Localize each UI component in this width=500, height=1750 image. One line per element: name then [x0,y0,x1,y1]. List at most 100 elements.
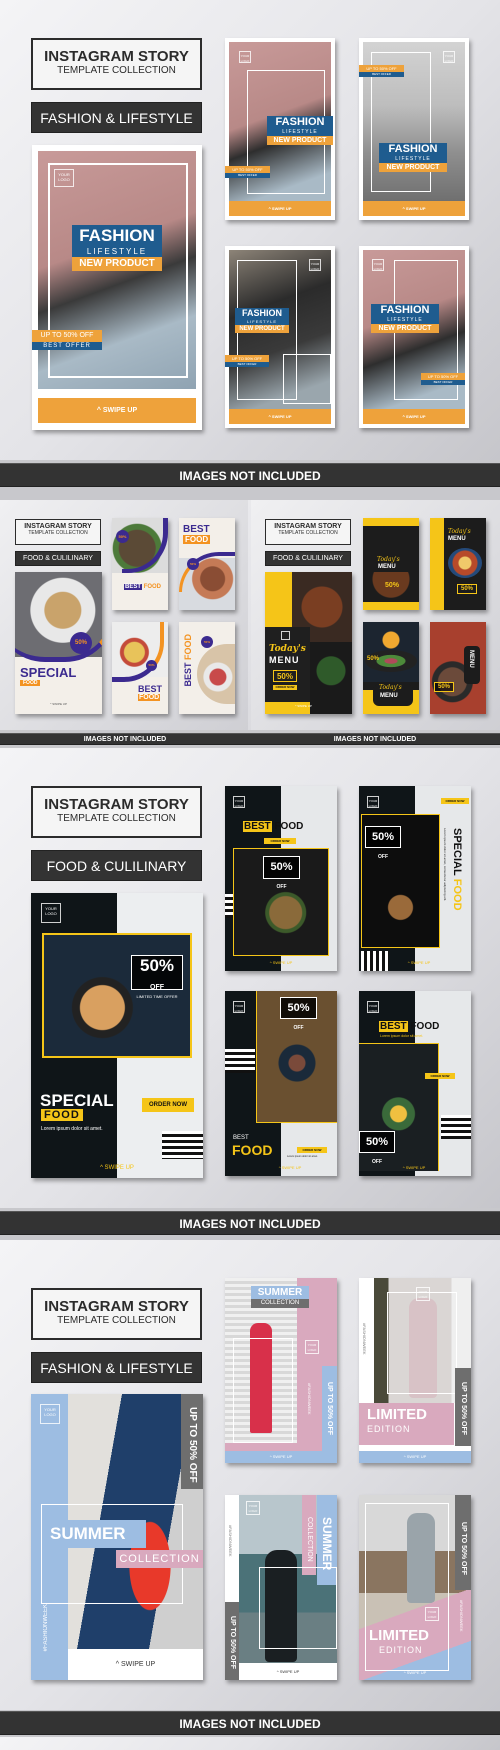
collection-title: INSTAGRAM STORY [44,48,189,65]
tag-label: NEW PRODUCT [371,324,439,333]
hashtag: #FASHIONWEEK [43,1604,49,1652]
section-food-split: INSTAGRAM STORY TEMPLATE COLLECTION FOOD… [0,500,500,730]
story-card[interactable]: 50% BEST FOOD [112,518,168,610]
category-label: FASHION & LIFESTYLE [31,1352,202,1383]
swipe-up-button[interactable]: ^ SWIPE UP [229,409,331,424]
story-card[interactable]: Today's MENU 50% [363,518,419,610]
story-card-main[interactable]: YOUR LOGO UP TO 50% OFF SUMMER COLLECTIO… [31,1394,203,1680]
story-card[interactable]: YOUR LOGO 50% OFF BEST FOOD ORDER NOW Lo… [225,991,337,1176]
food-label: FOOD [410,1021,440,1032]
swipe-up-button[interactable]: ^ SWIPE UP [265,1165,315,1170]
menu-headline: MENU [380,693,398,699]
story-card[interactable]: YOUR LOGO BEST FOOD ORDER NOW 50% OFF ^ … [225,786,337,971]
collection-title-box: INSTAGRAM STORY TEMPLATE COLLECTION [265,519,351,545]
menu-headline: MENU [378,564,396,570]
story-card[interactable]: YOUR LOGO #FASHIONWEEK LIMITED EDITION U… [359,1278,471,1463]
lorem-text: Lorem ipsum dolor sit amet. [380,1034,424,1038]
collection-title: INSTAGRAM STORY [24,523,92,530]
tag-label: NEW PRODUCT [72,257,162,271]
story-card[interactable]: YOUR LOGO FASHION LIFESTYLE NEW PRODUCT … [359,246,469,428]
story-card-main[interactable]: YOUR LOGO FASHION LIFESTYLE NEW PRODUCT … [32,145,202,430]
order-now-button[interactable]: ORDER NOW [441,798,469,804]
discount-off: OFF [150,984,164,991]
swipe-up-button[interactable]: ^ SWIPE UP [359,1667,471,1679]
story-card[interactable]: YOUR LOGO FASHION LIFESTYLE NEW PRODUCT … [225,38,335,220]
category-label: FOOD & CULILINARY [31,850,202,881]
swipe-up-button[interactable]: ^ SWIPE UP [38,398,196,423]
story-card[interactable]: YOUR LOGO ORDER NOW 50% OFF SPECIAL FOOD… [359,786,471,971]
food-panel-left: INSTAGRAM STORY TEMPLATE COLLECTION FOOD… [0,500,248,730]
headline: LIMITED [367,1406,427,1423]
logo-placeholder [281,631,290,640]
decorative-stripes [225,894,233,918]
hashtag: #FASHIONWEEK [228,1525,233,1557]
lorem-text: Lorem ipsum dolor sit amet. [41,1126,103,1132]
story-card[interactable]: 50% BEST FOOD [112,622,168,714]
swipe-up-button[interactable]: ^ SWIPE UP [295,704,312,708]
logo-placeholder: YOUR LOGO [239,51,251,63]
collection-title: INSTAGRAM STORY [274,523,342,530]
subheadline: COLLECTION [251,1299,309,1308]
story-card[interactable]: YOUR LOGO UP TO 50% OFF BEST OFFER FASHI… [359,38,469,220]
bottom-strip [0,1737,500,1750]
subheadline: COLLECTION [302,1495,316,1575]
story-card[interactable]: YOUR LOGO FASHION LIFESTYLE NEW PRODUCT … [225,246,335,428]
headline: FASHION [371,304,439,317]
story-card-main[interactable]: 50% SPECIAL FOOD ^ SWIPE UP [15,572,102,714]
menu-headline: MENU [269,655,300,665]
collection-subtitle: TEMPLATE COLLECTION [28,530,88,536]
order-now-button[interactable]: ORDER NOW [297,1147,327,1153]
story-card-main[interactable]: Today's MENU 50% ORDER NOW ^ SWIPE UP [265,572,352,714]
decorative-frame [387,1292,457,1394]
menu-headline: MENU [468,650,474,668]
offer-label: UP TO 50% OFF [32,330,102,342]
story-card[interactable]: UP TO 50% OFF #FASHIONWEEK YOUR LOGO LIM… [359,1495,471,1680]
swipe-up-button[interactable]: ^ SWIPE UP [239,1663,337,1680]
story-card-main[interactable]: YOUR LOGO 50% OFF LIMITED TIME OFFER SPE… [31,893,203,1178]
story-card[interactable]: BEST FOOD 50% [179,622,235,714]
order-now-button[interactable]: ORDER NOW [264,838,296,844]
story-card[interactable]: BEST FOOD 50% [179,518,235,610]
story-card[interactable]: Today's MENU 50% [430,518,486,610]
offer-label: UP TO 50% OFF [421,373,465,380]
headline-best: BEST [138,684,163,694]
order-now-button[interactable]: ORDER NOW [273,685,297,690]
swipe-up-button[interactable]: ^ SWIPE UP [68,1649,203,1680]
order-now-button[interactable]: ORDER NOW [142,1098,194,1112]
swipe-up-button[interactable]: ^ SWIPE UP [363,201,465,216]
limited-offer-label: LIMITED TIME OFFER [136,994,178,999]
images-not-included-banner: IMAGES NOT INCLUDED [0,1711,500,1735]
logo-placeholder: YOUR LOGO [425,1607,439,1621]
story-card[interactable]: MENU 50% [430,622,486,714]
discount-percent: 50% [287,1002,310,1014]
swipe-up-button[interactable]: ^ SWIPE UP [225,1451,337,1463]
swipe-up-button[interactable]: ^ SWIPE UP [15,702,102,706]
story-card[interactable]: YOUR LOGO #FASHIONWEEK UP TO 50% OFF SUM… [225,1495,337,1680]
collection-subtitle: TEMPLATE COLLECTION [278,530,338,536]
script-headline: Today's [448,528,471,535]
logo-placeholder: YOUR LOGO [233,796,245,808]
discount-badge: 50% OFF [263,856,300,890]
story-card[interactable]: 50% Today's MENU [363,622,419,714]
discount-percent: 50% [365,1136,389,1148]
logo-placeholder: YOUR LOGO [443,51,455,63]
logo-placeholder: YOUR LOGO [305,1340,319,1354]
swipe-up-button[interactable]: ^ SWIPE UP [389,1165,439,1170]
swipe-up-button[interactable]: ^ SWIPE UP [225,960,337,965]
discount-percent: 50% [139,956,175,975]
discount-badge: 50% OFF [365,826,401,860]
collection-subtitle: TEMPLATE COLLECTION [57,65,176,76]
story-card[interactable]: SUMMER COLLECTION YOUR LOGO UP TO 50% OF… [225,1278,337,1463]
swipe-up-button[interactable]: ^ SWIPE UP [389,960,449,965]
swipe-up-button[interactable]: ^ SWIPE UP [363,409,465,424]
swipe-up-button[interactable]: ^ SWIPE UP [359,1451,471,1463]
headline-food: FOOD [183,535,211,544]
story-card[interactable]: YOUR LOGO BEST FOOD Lorem ipsum dolor si… [359,991,471,1176]
images-not-included-banner: IMAGES NOT INCLUDED [0,733,250,745]
order-now-button[interactable]: ORDER NOW [425,1073,455,1079]
logo-placeholder: YOUR LOGO [246,1501,260,1515]
collection-title-box: INSTAGRAM STORY TEMPLATE COLLECTION [31,786,202,838]
swipe-up-button[interactable]: ^ SWIPE UP [229,201,331,216]
swipe-up-button[interactable]: ^ SWIPE UP [31,1165,203,1171]
food-panel-right: INSTAGRAM STORY TEMPLATE COLLECTION FOOD… [251,500,500,730]
